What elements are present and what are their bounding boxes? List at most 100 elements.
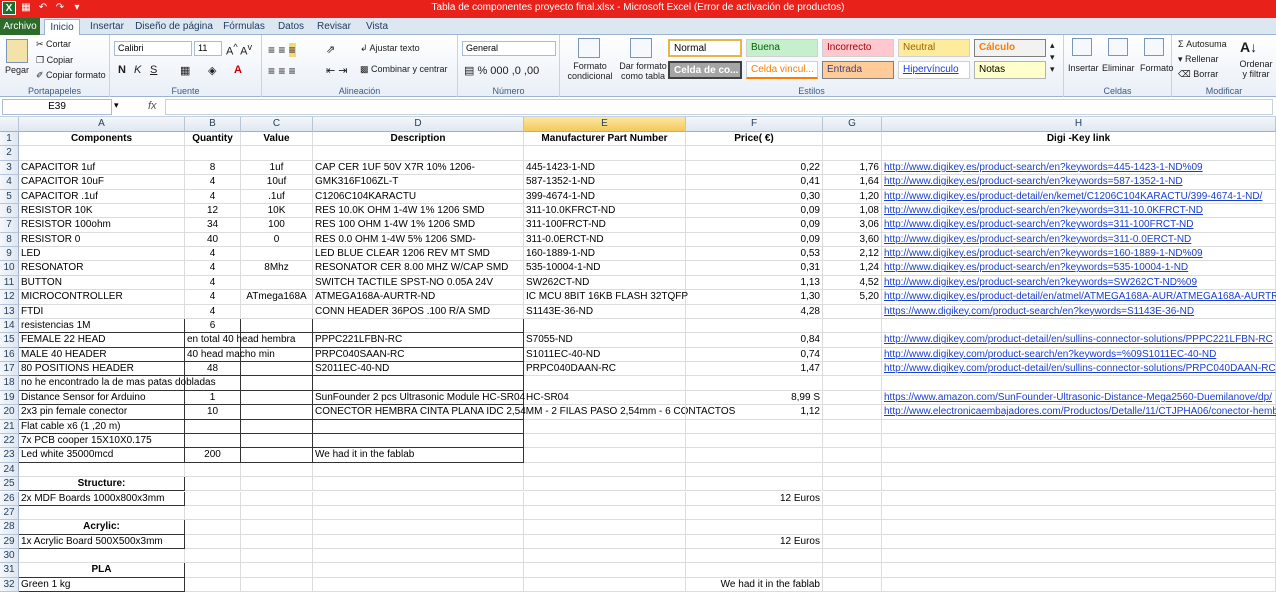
cell-h31[interactable] (882, 563, 1276, 578)
cell-e24[interactable] (524, 462, 686, 478)
cell-h23[interactable] (882, 448, 1276, 463)
cell-f25[interactable] (686, 477, 823, 492)
cell-e20[interactable] (524, 405, 686, 420)
cell-g31[interactable] (823, 563, 882, 578)
column-header-c[interactable]: C (241, 117, 313, 132)
align-left-icon[interactable]: ≡ ≡ ≡ (268, 64, 296, 78)
cell-g2[interactable] (823, 146, 882, 161)
cell-h14[interactable] (882, 318, 1276, 334)
cell-a6[interactable]: RESISTOR 10K (19, 203, 185, 219)
row-header[interactable]: 10 (0, 261, 19, 276)
cell-h30[interactable] (882, 549, 1276, 564)
cell-e3[interactable]: 445-1423-1-ND (524, 160, 686, 176)
cell-c8[interactable]: 0 (241, 232, 313, 248)
name-box-dropdown-icon[interactable]: ▾ (114, 100, 119, 111)
row-header[interactable]: 7 (0, 218, 19, 233)
tab-data[interactable]: Datos (274, 19, 308, 35)
cell-f32[interactable]: We had it in the fablab (686, 577, 823, 593)
style-neutral[interactable]: Neutral (898, 39, 970, 57)
cell-f18[interactable] (686, 376, 823, 391)
cell-b20[interactable]: 10 (185, 405, 241, 420)
cell-b26[interactable] (185, 491, 241, 506)
cell-e21[interactable] (524, 419, 686, 434)
cell-g3[interactable]: 1,76 (823, 160, 882, 176)
row-header[interactable]: 19 (0, 390, 19, 406)
format-as-table-icon[interactable] (630, 38, 652, 58)
cell-d12[interactable]: ATMEGA168A-AURTR-ND (313, 290, 524, 305)
cell-g23[interactable] (823, 448, 882, 463)
cell-b17[interactable]: 48 (185, 362, 241, 377)
cell-d8[interactable]: RES 0.0 OHM 1-4W 5% 1206 SMD- (313, 232, 524, 248)
cell-e17[interactable]: PRPC040DAAN-RC (524, 362, 686, 377)
cell-e26[interactable] (524, 491, 686, 506)
cell-h22[interactable] (882, 433, 1276, 449)
style-normal[interactable]: Normal (668, 39, 742, 57)
cell-b10[interactable]: 4 (185, 261, 241, 276)
cell-c22[interactable] (241, 433, 313, 449)
cell-h20[interactable]: http://www.electronicaembajadores.com/Pr… (882, 405, 1276, 420)
cell-e28[interactable] (524, 520, 686, 535)
cell-b3[interactable]: 8 (185, 160, 241, 176)
cell-f24[interactable] (686, 462, 823, 478)
row-header[interactable]: 5 (0, 189, 19, 204)
row-header[interactable]: 20 (0, 405, 19, 420)
row-header[interactable]: 13 (0, 304, 19, 319)
cell-c1[interactable]: Value (241, 132, 313, 147)
cell-b7[interactable]: 34 (185, 218, 241, 233)
cell-b31[interactable] (185, 563, 241, 578)
cell-a15[interactable]: FEMALE 22 HEAD (19, 333, 185, 348)
cell-d15[interactable]: PPPC221LFBN-RC (313, 333, 524, 348)
cell-e22[interactable] (524, 433, 686, 449)
cell-d7[interactable]: RES 100 OHM 1-4W 1% 1206 SMD (313, 218, 524, 233)
cell-h8[interactable]: http://www.digikey.es/product-search/en?… (882, 232, 1276, 248)
tab-review[interactable]: Revisar (312, 19, 356, 35)
cell-c3[interactable]: 1uf (241, 160, 313, 176)
cell-g13[interactable] (823, 304, 882, 319)
cell-g6[interactable]: 1,08 (823, 203, 882, 219)
cell-f11[interactable]: 1,13 (686, 275, 823, 291)
format-painter-button[interactable]: ✐ Copiar formato (36, 70, 106, 81)
currency-icon[interactable]: ▤ % 000 ,0 ,00 (464, 64, 539, 77)
tab-home[interactable]: Inicio (44, 19, 80, 36)
cell-d11[interactable]: SWITCH TACTILE SPST-NO 0.05A 24V (313, 275, 524, 291)
cell-b1[interactable]: Quantity (185, 132, 241, 147)
cell-f21[interactable] (686, 419, 823, 434)
conditional-format-icon[interactable] (578, 38, 600, 58)
row-header[interactable]: 28 (0, 520, 19, 535)
cell-d20[interactable]: CONECTOR HEMBRA CINTA PLANA IDC 2,54MM -… (313, 405, 735, 420)
delete-cells-button[interactable]: Eliminar (1102, 63, 1135, 73)
cell-b19[interactable]: 1 (185, 390, 241, 406)
underline-icon[interactable]: S (150, 64, 157, 76)
conditional-format-button[interactable]: Formato condicional (564, 61, 616, 81)
cell-b13[interactable]: 4 (185, 304, 241, 319)
cell-b27[interactable] (185, 505, 241, 521)
cell-f8[interactable]: 0,09 (686, 232, 823, 248)
cell-b18[interactable] (185, 376, 241, 391)
cell-b8[interactable]: 40 (185, 232, 241, 248)
cell-a4[interactable]: CAPACITOR 10uF (19, 175, 185, 190)
sort-filter-icon[interactable]: A↓ (1240, 39, 1257, 55)
cell-g15[interactable] (823, 333, 882, 348)
tab-page-layout[interactable]: Diseño de página (134, 19, 214, 35)
cell-h10[interactable]: http://www.digikey.es/product-search/en?… (882, 261, 1276, 276)
cell-d23[interactable]: We had it in the fablab (313, 448, 524, 463)
cell-e23[interactable] (524, 448, 686, 463)
cell-e1[interactable]: Manufacturer Part Number (524, 132, 686, 147)
row-header[interactable]: 21 (0, 419, 19, 434)
cell-g20[interactable] (823, 405, 882, 420)
cell-b5[interactable]: 4 (185, 189, 241, 204)
cell-d22[interactable] (313, 433, 524, 449)
cell-h28[interactable] (882, 520, 1276, 535)
cell-h5[interactable]: http://www.digikey.es/product-detail/en/… (882, 189, 1276, 204)
cell-g11[interactable]: 4,52 (823, 275, 882, 291)
cell-g10[interactable]: 1,24 (823, 261, 882, 276)
row-header[interactable]: 32 (0, 577, 19, 593)
cell-f27[interactable] (686, 505, 823, 521)
cell-g14[interactable] (823, 318, 882, 334)
cell-b22[interactable] (185, 433, 241, 449)
cell-c24[interactable] (241, 462, 313, 478)
row-header[interactable]: 26 (0, 491, 19, 506)
cell-f5[interactable]: 0,30 (686, 189, 823, 204)
cut-button[interactable]: ✂ Cortar (36, 39, 71, 50)
cell-h21[interactable] (882, 419, 1276, 434)
